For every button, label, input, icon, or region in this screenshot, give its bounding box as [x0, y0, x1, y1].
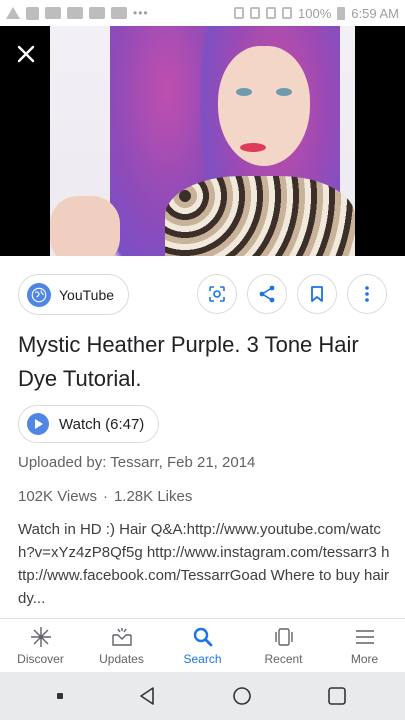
nav-recent[interactable]: Recent: [243, 619, 324, 672]
status-right: 100% 6:59 AM: [234, 6, 399, 21]
lens-button[interactable]: [197, 274, 237, 314]
bookmark-button[interactable]: [297, 274, 337, 314]
share-icon: [259, 285, 275, 303]
youtube-icon: [67, 7, 83, 19]
system-nav-bar: [0, 672, 405, 720]
video-thumbnail: [50, 26, 355, 256]
eye-shape: [276, 88, 292, 96]
back-icon[interactable]: [136, 685, 158, 707]
status-left: •••: [6, 6, 149, 20]
lens-icon: [209, 286, 225, 302]
nav-updates[interactable]: Updates: [81, 619, 162, 672]
likes-count: 1.28K Likes: [113, 488, 193, 505]
status-bar: ••• 100% 6:59 AM: [0, 0, 405, 26]
updates-tray-icon: [111, 627, 132, 646]
bottom-nav: Discover Updates Search Recent More: [0, 618, 405, 672]
play-icon: [27, 413, 49, 435]
clock: 6:59 AM: [351, 5, 399, 21]
youtube-icon: [45, 7, 61, 19]
bluetooth-icon: [234, 7, 245, 19]
signal-icon: [282, 7, 293, 19]
nav-discover-label: Discover: [17, 651, 64, 666]
menu-icon: [355, 629, 374, 644]
asterisk-icon: [30, 626, 51, 647]
search-icon: [193, 627, 212, 646]
close-icon: [17, 45, 35, 63]
nav-discover[interactable]: Discover: [0, 619, 81, 672]
alarm-icon: [266, 7, 277, 19]
bookmark-icon: [311, 286, 323, 302]
video-stats: 102K Views · 1.28K Likes: [18, 488, 192, 505]
home-icon[interactable]: [231, 685, 253, 707]
nav-more[interactable]: More: [324, 619, 405, 672]
nav-recent-label: Recent: [264, 651, 303, 666]
nav-search[interactable]: Search: [162, 619, 243, 672]
recent-cards-icon: [274, 627, 293, 646]
more-options-button[interactable]: [347, 274, 387, 314]
battery-percent: 100%: [298, 5, 332, 21]
hero-image[interactable]: [0, 26, 405, 256]
youtube-icon: [89, 7, 105, 19]
close-button[interactable]: [12, 40, 40, 68]
clothing-shape: [165, 176, 355, 256]
nav-updates-label: Updates: [99, 651, 144, 666]
more-notifications-icon: •••: [133, 6, 149, 20]
watch-label: Watch (6:47): [59, 415, 145, 433]
nav-more-label: More: [350, 651, 379, 666]
more-vert-icon: [365, 286, 369, 302]
share-button[interactable]: [247, 274, 287, 314]
dot-icon[interactable]: [56, 693, 63, 699]
vibrate-icon: [250, 7, 261, 19]
video-description: Watch in HD :) Hair Q&A:http://www.youtu…: [18, 521, 390, 607]
battery-icon: [337, 6, 346, 20]
youtube-icon: [111, 7, 127, 19]
result-title: Mystic Heather Purple. 3 Tone Hair Dye T…: [18, 332, 359, 391]
watch-button[interactable]: Watch (6:47): [18, 405, 160, 443]
upload-info: Uploaded by: Tessarr, Feb 21, 2014: [18, 454, 256, 471]
overview-icon[interactable]: [326, 685, 348, 707]
hand-shape: [50, 196, 120, 256]
warning-icon: [6, 7, 20, 19]
eye-shape: [236, 88, 252, 96]
stats-separator: ·: [102, 488, 108, 505]
lips-shape: [240, 143, 266, 152]
facebook-icon: [26, 6, 39, 20]
views-count: 102K Views: [18, 488, 97, 505]
action-row: YouTube: [0, 274, 405, 316]
globe-icon: [27, 282, 51, 307]
nav-search-label: Search: [183, 651, 222, 666]
source-label: YouTube: [59, 286, 115, 303]
source-chip[interactable]: YouTube: [18, 274, 130, 315]
